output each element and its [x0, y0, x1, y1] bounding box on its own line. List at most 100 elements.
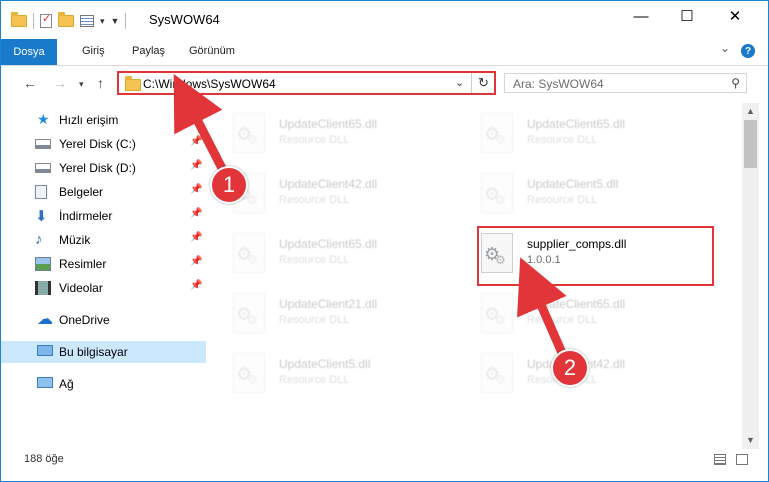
nav-item-music[interactable]: ♪ Müzik 📌: [1, 229, 206, 251]
file-name: UpdateClient5.dll: [279, 357, 371, 371]
pictures-icon: [35, 257, 51, 271]
file-name: UpdateClient65.dll: [527, 297, 626, 311]
computer-icon: [37, 345, 53, 356]
refresh-icon[interactable]: ↻: [471, 73, 495, 93]
file-type: Resource DLL: [279, 254, 350, 266]
nav-item-this-pc[interactable]: Bu bilgisayar: [1, 341, 206, 363]
dll-file-icon: [233, 113, 265, 153]
nav-item-videos[interactable]: Videolar 📌: [1, 277, 206, 299]
scrollbar-thumb[interactable]: [744, 120, 757, 168]
search-icon[interactable]: ⚲: [731, 76, 740, 90]
up-arrow-icon[interactable]: ↑: [97, 75, 104, 91]
nav-item-label: OneDrive: [59, 313, 110, 327]
dll-file-icon: [233, 293, 265, 333]
downloads-icon: ⬇: [35, 208, 48, 225]
star-icon: ★: [37, 111, 50, 127]
ribbon-tabs: Dosya Giriş Paylaş Görünüm ⌄ ?: [1, 39, 768, 66]
nav-item-label: Bu bilgisayar: [59, 345, 128, 359]
address-bar[interactable]: C:\Windows\SysWOW64 ⌄ ↻: [117, 71, 496, 95]
nav-item-label: Hızlı erişim: [59, 113, 119, 127]
close-button[interactable]: ✕: [712, 1, 758, 31]
nav-item-quick-access[interactable]: ★ Hızlı erişim: [1, 109, 206, 131]
dll-file-icon: [481, 113, 513, 153]
file-name: UpdateClient65.dll: [279, 117, 378, 131]
forward-arrow-icon[interactable]: →: [53, 75, 67, 91]
file-type: Resource DLL: [279, 194, 350, 206]
new-folder-icon[interactable]: [58, 12, 74, 27]
step-1-badge: 1: [210, 166, 248, 204]
nav-item-pictures[interactable]: Resimler 📌: [1, 253, 206, 275]
customize-toolbar-icon[interactable]: ▼: [111, 16, 120, 26]
file-item[interactable]: UpdateClient65.dll Resource DLL: [219, 107, 449, 161]
file-item[interactable]: UpdateClient5.dll Resource DLL: [219, 347, 449, 401]
address-path[interactable]: C:\Windows\SysWOW64: [143, 77, 276, 91]
dll-file-icon: [481, 173, 513, 213]
cloud-icon: ☁: [37, 311, 53, 328]
minimize-button[interactable]: —: [618, 1, 664, 31]
nav-item-drive-c[interactable]: Yerel Disk (C:) 📌: [1, 133, 206, 155]
ribbon-expand-icon[interactable]: ⌄: [720, 41, 730, 55]
chevron-down-icon[interactable]: ▾: [100, 16, 105, 27]
nav-item-documents[interactable]: Belgeler 📌: [1, 181, 206, 203]
file-type: Resource DLL: [279, 374, 350, 386]
back-arrow-icon[interactable]: ←: [23, 75, 37, 91]
details-view-icon[interactable]: [714, 454, 726, 465]
divider: [33, 13, 34, 29]
file-item[interactable]: UpdateClient65.dll Resource DLL: [219, 227, 449, 281]
nav-item-label: İndirmeler: [59, 209, 113, 223]
pin-icon: 📌: [190, 208, 203, 219]
maximize-button[interactable]: ☐: [664, 1, 710, 31]
nav-item-drive-d[interactable]: Yerel Disk (D:) 📌: [1, 157, 206, 179]
file-type: Resource DLL: [527, 314, 598, 326]
music-icon: ♪: [35, 231, 43, 248]
nav-item-label: Müzik: [59, 233, 91, 247]
tab-file[interactable]: Dosya: [1, 39, 57, 65]
dll-file-icon: [481, 293, 513, 333]
status-bar: 188 öğe: [1, 449, 768, 471]
search-placeholder: Ara: SysWOW64: [513, 77, 604, 91]
tab-home[interactable]: Giriş: [82, 45, 105, 57]
file-item[interactable]: UpdateClient5.dll Resource DLL: [467, 167, 697, 221]
dll-file-icon: [233, 233, 265, 273]
nav-item-label: Belgeler: [59, 185, 104, 199]
step-2-badge: 2: [551, 349, 589, 387]
large-icons-view-icon[interactable]: [736, 454, 748, 465]
file-item[interactable]: UpdateClient21.dll Resource DLL: [219, 287, 449, 341]
tab-share[interactable]: Paylaş: [132, 45, 165, 57]
nav-item-label: Ağ: [59, 377, 74, 391]
file-item[interactable]: UpdateClient42.dll Resource DLL: [219, 167, 449, 221]
help-icon[interactable]: ?: [741, 44, 755, 58]
vertical-scrollbar[interactable]: ▲ ▼: [742, 103, 759, 449]
folder-icon: [125, 76, 141, 91]
quick-access-toolbar: ▾ ▼: [11, 11, 127, 31]
nav-item-label: Yerel Disk (C:): [59, 137, 136, 151]
file-name: UpdateClient5.dll: [527, 177, 619, 191]
file-item[interactable]: UpdateClient65.dll Resource DLL: [467, 107, 697, 161]
pin-icon: 📌: [190, 256, 203, 267]
pin-icon: 📌: [190, 280, 203, 291]
nav-item-onedrive[interactable]: ☁ OneDrive: [1, 309, 206, 331]
nav-item-label: Videolar: [59, 281, 103, 295]
nav-item-network[interactable]: Ağ: [1, 373, 206, 395]
drive-icon: [35, 163, 51, 173]
nav-item-downloads[interactable]: ⬇ İndirmeler 📌: [1, 205, 206, 227]
recent-locations-icon[interactable]: ▾: [79, 79, 84, 90]
dll-file-icon: [481, 353, 513, 393]
file-item[interactable]: UpdateClient65.dll Resource DLL: [467, 287, 697, 341]
file-type: Resource DLL: [527, 194, 598, 206]
address-row: ← → ▾ ↑ C:\Windows\SysWOW64 ⌄ ↻ Ara: Sys…: [1, 66, 768, 102]
properties-icon[interactable]: [40, 12, 52, 28]
chevron-down-icon[interactable]: ⌄: [455, 76, 464, 89]
file-type: Resource DLL: [279, 314, 350, 326]
nav-item-label: Resimler: [59, 257, 107, 271]
file-type: Resource DLL: [527, 134, 598, 146]
search-input[interactable]: Ara: SysWOW64 ⚲: [504, 73, 747, 93]
scroll-up-icon[interactable]: ▲: [742, 103, 759, 120]
tab-view[interactable]: Görünüm: [189, 45, 235, 57]
scroll-down-icon[interactable]: ▼: [742, 432, 759, 449]
file-type: Resource DLL: [279, 134, 350, 146]
file-name: UpdateClient21.dll: [279, 297, 378, 311]
view-icon[interactable]: [80, 15, 94, 27]
pin-icon: 📌: [190, 232, 203, 243]
nav-item-label: Yerel Disk (D:): [59, 161, 136, 175]
